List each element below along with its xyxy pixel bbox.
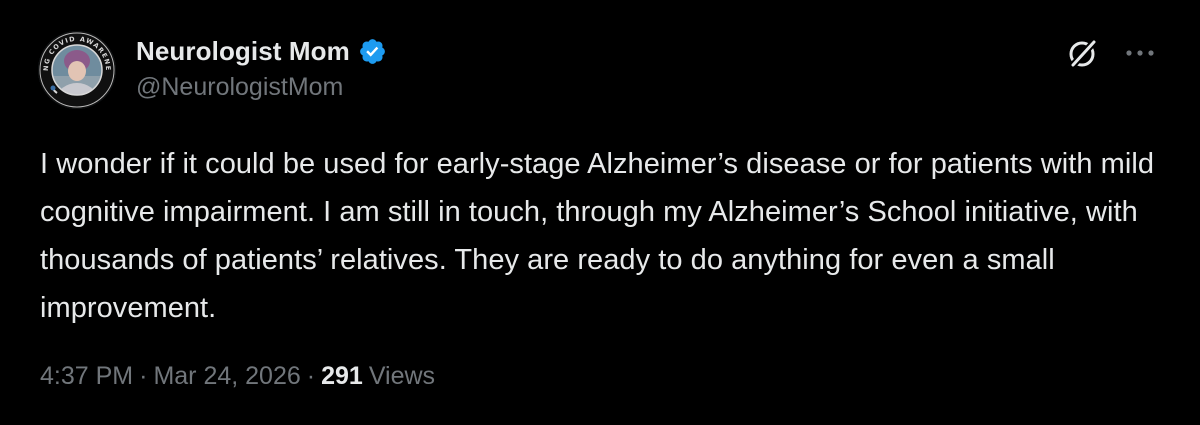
more-icon [1126, 50, 1154, 56]
views-count[interactable]: 291 [321, 362, 363, 391]
views-label: Views [368, 362, 436, 390]
meta-separator: · [139, 362, 148, 390]
avatar[interactable]: LONG COVID AWARENESS [38, 31, 116, 109]
tweet-time[interactable]: 4:37 PM [40, 362, 133, 391]
more-options-button[interactable] [1120, 34, 1160, 72]
author-name-row: Neurologist Mom [136, 34, 387, 68]
meta-separator: · [306, 362, 316, 390]
author-display-name[interactable]: Neurologist Mom [136, 36, 350, 67]
avatar-image: LONG COVID AWARENESS [38, 31, 116, 109]
verified-badge-icon [358, 37, 387, 66]
tweet-text: I wonder if it could be used for early-s… [40, 148, 1155, 324]
author-handle[interactable]: @NeurologistMom [136, 73, 343, 102]
grok-icon [1069, 39, 1097, 67]
tweet-meta: 4:37 PM · Mar 24, 2026 · 291 Views [40, 362, 435, 391]
grok-button[interactable] [1064, 34, 1102, 72]
tweet-card: LONG COVID AWARENESS Neurologist Mom @Ne… [0, 0, 1200, 425]
tweet-date[interactable]: Mar 24, 2026 [153, 362, 300, 391]
